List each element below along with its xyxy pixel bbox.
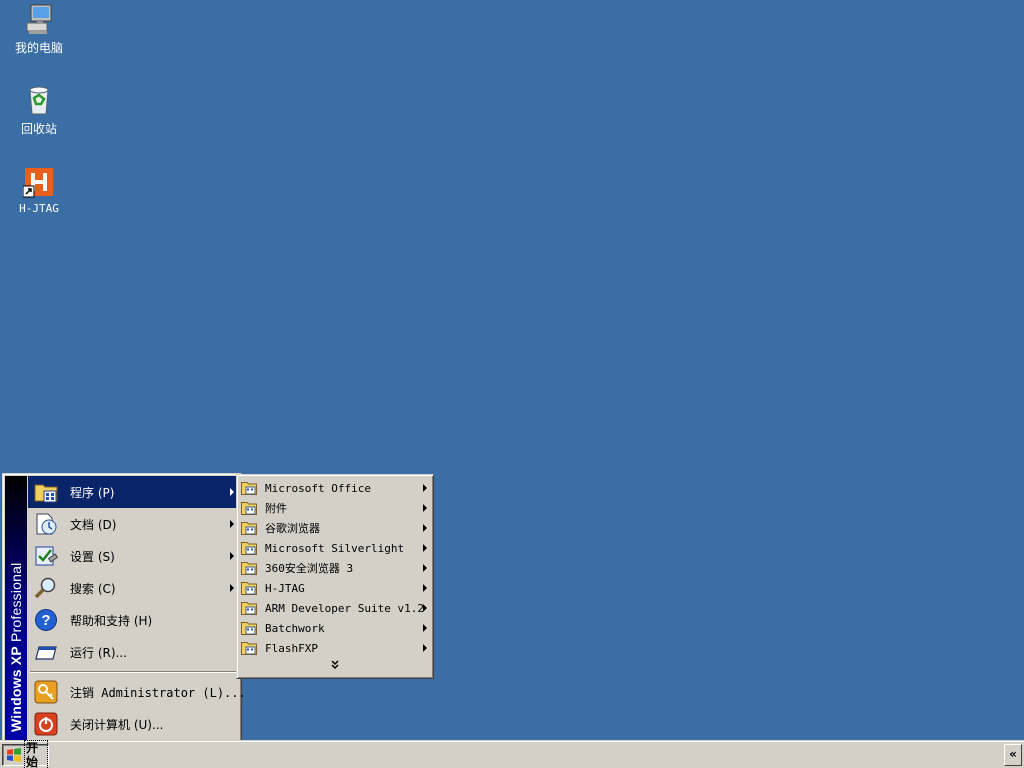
double-chevron-down-icon: [331, 660, 339, 670]
submenu-item-accessories[interactable]: 附件: [237, 498, 433, 518]
start-menu-item-documents[interactable]: 文档 (D): [28, 508, 239, 540]
submenu-item-label: Microsoft Silverlight: [265, 541, 405, 555]
submenu-item-360-browser[interactable]: 360安全浏览器 3: [237, 558, 433, 578]
run-icon: [34, 640, 58, 664]
start-menu-item-logoff[interactable]: 注销 Administrator (L)...: [28, 676, 246, 708]
windows-edition-banner: Windows XP Professional: [8, 563, 24, 732]
shutdown-icon: [34, 712, 58, 736]
desktop-icon-h-jtag[interactable]: H-JTAG: [1, 166, 77, 215]
program-group-icon: [241, 582, 257, 595]
taskbar: 开始 «: [0, 740, 1024, 768]
program-group-icon: [241, 502, 257, 515]
programs-icon: [34, 480, 58, 504]
start-menu-item-label: 运行 (R)...: [70, 645, 127, 660]
desktop-icon-label: 回收站: [20, 122, 57, 136]
search-icon: [34, 576, 58, 600]
h-jtag-shortcut-icon: [22, 166, 55, 198]
start-menu-item-programs[interactable]: 程序 (P): [28, 476, 239, 508]
start-menu-item-label: 文档 (D): [70, 517, 117, 532]
start-menu-item-help[interactable]: ? 帮助和支持 (H): [28, 604, 239, 636]
submenu-arrow-icon: [423, 484, 427, 492]
start-menu-item-shutdown[interactable]: 关闭计算机 (U)...: [28, 708, 239, 740]
submenu-arrow-icon: [423, 604, 427, 612]
submenu-item-microsoft-office[interactable]: Microsoft Office: [237, 478, 433, 498]
start-menu-item-label: 设置 (S): [70, 549, 115, 564]
submenu-item-label: 附件: [265, 502, 287, 515]
submenu-arrow-icon: [423, 584, 427, 592]
submenu-item-arm-developer-suite[interactable]: ARM Developer Suite v1.2: [237, 598, 433, 618]
program-group-icon: [241, 482, 257, 495]
program-group-icon: [241, 522, 257, 535]
submenu-item-h-jtag[interactable]: H-JTAG: [237, 578, 433, 598]
desktop-icon-my-computer[interactable]: 我的电脑: [1, 3, 77, 56]
program-group-icon: [241, 642, 257, 655]
svg-text:?: ?: [41, 612, 50, 629]
start-menu-item-run[interactable]: 运行 (R)...: [28, 636, 239, 668]
submenu-arrow-icon: [230, 552, 234, 560]
submenu-item-batchwork[interactable]: Batchwork: [237, 618, 433, 638]
recycle-bin-icon: [23, 84, 55, 116]
start-menu-item-label: 帮助和支持 (H): [70, 613, 153, 628]
submenu-item-label: FlashFXP: [265, 641, 318, 655]
submenu-item-flashfxp[interactable]: FlashFXP: [237, 638, 433, 658]
start-menu-item-settings[interactable]: 设置 (S): [28, 540, 239, 572]
submenu-item-label: H-JTAG: [265, 581, 305, 595]
submenu-item-label: 360安全浏览器 3: [265, 562, 354, 575]
desktop-icon-recycle-bin[interactable]: 回收站: [1, 84, 77, 137]
start-button-label: 开始: [24, 740, 48, 768]
program-group-icon: [241, 622, 257, 635]
submenu-item-google-chrome[interactable]: 谷歌浏览器: [237, 518, 433, 538]
start-menu: Windows XP Professional 程序 (P) 文档 (D) 设置…: [2, 473, 246, 743]
submenu-item-microsoft-silverlight[interactable]: Microsoft Silverlight: [237, 538, 433, 558]
banner-edition: Professional: [8, 562, 24, 643]
submenu-arrow-icon: [230, 520, 234, 528]
start-menu-items: 程序 (P) 文档 (D) 设置 (S) 搜索 (C) ? 帮助和支持 (H) …: [28, 476, 246, 740]
banner-brand: Windows XP: [8, 646, 24, 732]
submenu-arrow-icon: [423, 624, 427, 632]
windows-flag-icon: [7, 748, 21, 762]
documents-icon: [34, 512, 58, 536]
submenu-item-label: ARM Developer Suite v1.2: [265, 601, 424, 615]
program-group-icon: [241, 542, 257, 555]
submenu-arrow-icon: [423, 504, 427, 512]
expand-more-icon[interactable]: [237, 658, 433, 676]
program-group-icon: [241, 602, 257, 615]
submenu-arrow-icon: [423, 564, 427, 572]
start-menu-item-label: 关闭计算机 (U)...: [70, 717, 164, 732]
submenu-arrow-icon: [230, 584, 234, 592]
desktop-icon-label: H-JTAG: [19, 202, 59, 215]
double-chevron-left-icon: «: [1009, 747, 1017, 761]
program-group-icon: [241, 562, 257, 575]
submenu-arrow-icon: [423, 524, 427, 532]
logoff-icon: [34, 680, 58, 704]
submenu-item-label: 谷歌浏览器: [265, 522, 320, 535]
submenu-arrow-icon: [423, 644, 427, 652]
start-menu-item-label: 注销 Administrator (L)...: [70, 685, 246, 700]
start-menu-item-search[interactable]: 搜索 (C): [28, 572, 239, 604]
submenu-arrow-icon: [230, 488, 234, 496]
help-icon: ?: [34, 608, 58, 632]
submenu-item-label: Microsoft Office: [265, 481, 371, 495]
submenu-item-label: Batchwork: [265, 621, 325, 635]
desktop-icon-label: 我的电脑: [14, 41, 63, 55]
submenu-arrow-icon: [423, 544, 427, 552]
tray-expand-button[interactable]: «: [1004, 744, 1022, 766]
menu-separator: [30, 671, 237, 673]
start-menu-item-label: 搜索 (C): [70, 581, 116, 596]
start-menu-banner: Windows XP Professional: [5, 476, 27, 740]
start-button[interactable]: 开始: [2, 740, 49, 768]
programs-submenu: Microsoft Office 附件 谷歌浏览器 Microsoft Silv…: [236, 474, 434, 679]
start-menu-item-label: 程序 (P): [70, 485, 115, 500]
my-computer-icon: [23, 3, 55, 35]
settings-icon: [34, 544, 59, 568]
